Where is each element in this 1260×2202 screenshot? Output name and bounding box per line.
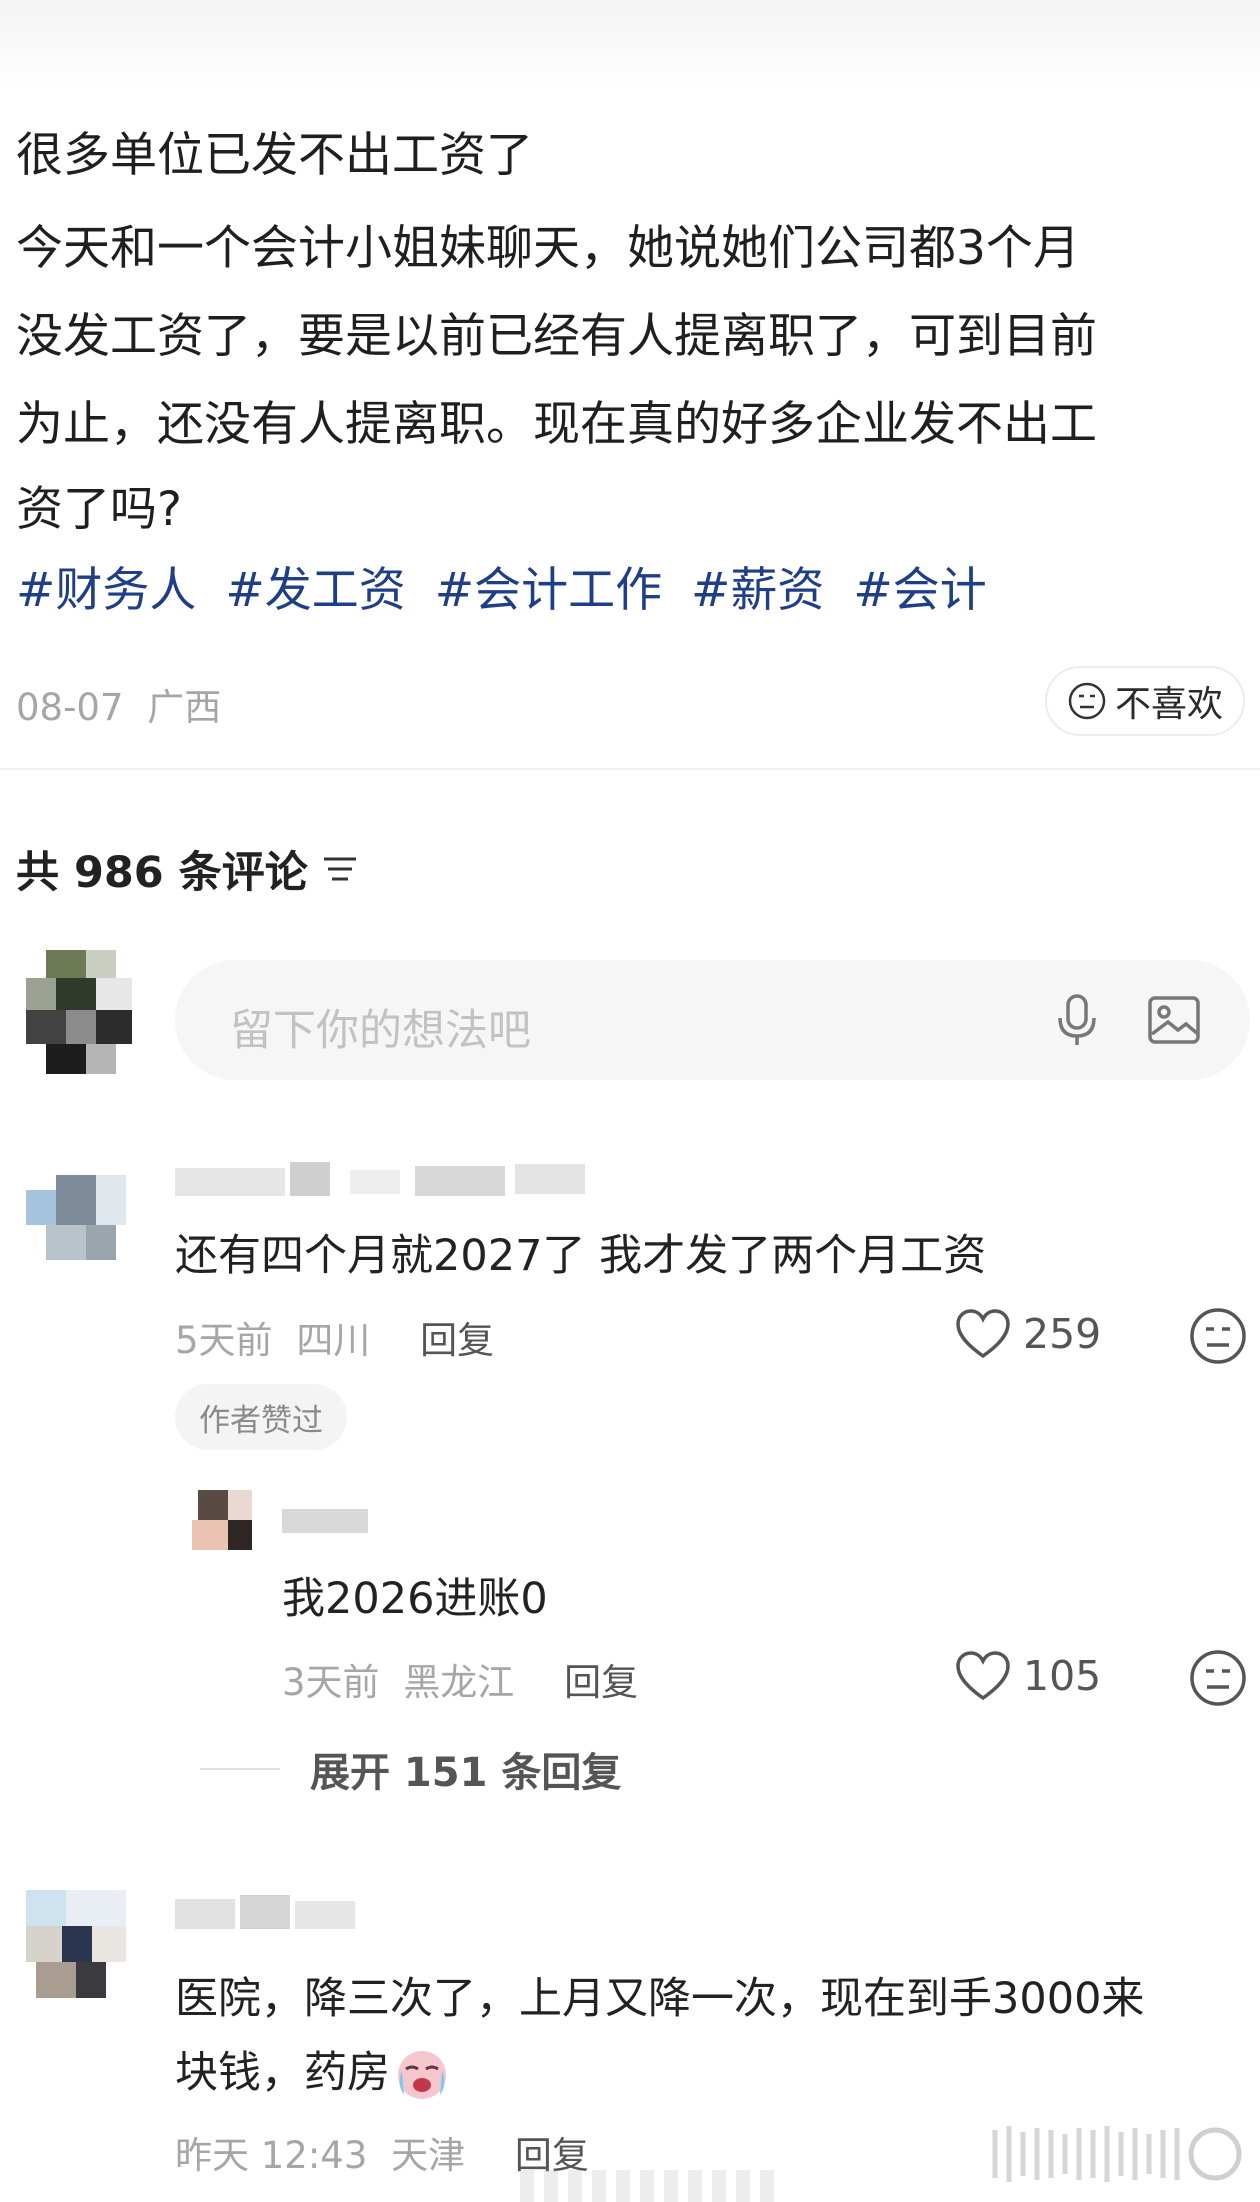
watermark-strip (520, 2170, 780, 2202)
replier-avatar[interactable] (192, 1490, 262, 1562)
post-title: 很多单位已发不出工资了 (16, 128, 533, 183)
heart-icon (956, 1309, 1010, 1359)
microphone-icon[interactable] (1045, 988, 1109, 1052)
reply-button[interactable]: 回复 (420, 1319, 494, 1362)
commenter-name-redacted (175, 1895, 355, 1935)
dislike-button[interactable]: 不喜欢 (1045, 666, 1245, 736)
like-button[interactable]: 259 (955, 1308, 1101, 1360)
comment-time: 昨天 12:43 (175, 2134, 368, 2177)
expand-replies-label: 展开 151 条回复 (310, 1750, 622, 1796)
post-body-line: 今天和一个会计小姐妹聊天，她说她们公司都3个月 (16, 221, 1080, 276)
comment-location: 四川 (296, 1319, 371, 1362)
comment-text-line: 医院，降三次了，上月又降一次，现在到手3000来 (175, 1974, 1145, 2024)
sort-lines-icon[interactable] (322, 854, 358, 884)
heart-icon (956, 1651, 1010, 1701)
reply-button[interactable]: 回复 (564, 1661, 638, 1704)
post-meta: 08-07 广西 (16, 677, 221, 731)
tag-link[interactable]: #会计 (853, 563, 986, 618)
comment-meta: 5天前 四川 回复 (175, 1310, 494, 1364)
neutral-face-icon[interactable] (1188, 1648, 1248, 1708)
commenter-name-redacted (175, 1162, 585, 1202)
tag-link[interactable]: #薪资 (691, 563, 824, 618)
tag-link[interactable]: #会计工作 (435, 563, 662, 618)
post-body-line: 没发工资了，要是以前已经有人提离职了，可到目前 (16, 309, 1097, 364)
comment-text-line-2: 块钱，药房 (175, 2048, 390, 2098)
reply-time: 3天前 (282, 1661, 380, 1704)
user-avatar (26, 950, 132, 1080)
comment-text: 还有四个月就2027了 我才发了两个月工资 (175, 1231, 987, 1281)
commenter-avatar[interactable] (26, 1160, 132, 1270)
top-fade (0, 0, 1260, 90)
tag-link[interactable]: #发工资 (225, 563, 405, 618)
neutral-face-icon[interactable] (1188, 1306, 1248, 1366)
comment-count: 共 986 条评论 (16, 848, 308, 898)
post-date: 08-07 (16, 686, 124, 729)
crying-face-emoji (398, 2051, 446, 2099)
reply-location: 黑龙江 (403, 1661, 515, 1704)
neutral-face-icon (1068, 682, 1106, 720)
comment-time: 5天前 (175, 1319, 273, 1362)
expand-replies[interactable]: 展开 151 条回复 (200, 1740, 621, 1798)
comment-input[interactable]: 留下你的想法吧 (175, 960, 1250, 1080)
replier-name-redacted (282, 1505, 372, 1545)
post-body-line: 为止，还没有人提离职。现在真的好多企业发不出工 (16, 397, 1097, 452)
comment-text-line: 块钱，药房 (175, 2042, 1144, 2104)
section-divider (0, 768, 1260, 770)
watermark-mark (992, 2126, 1242, 2182)
like-count: 259 (1023, 1310, 1102, 1358)
post-body: 今天和一个会计小姐妹聊天，她说她们公司都3个月 没发工资了，要是以前已经有人提离… (16, 205, 1246, 541)
comment-location: 天津 (391, 2134, 466, 2177)
post-detail-page: 很多单位已发不出工资了 今天和一个会计小姐妹聊天，她说她们公司都3个月 没发工资… (0, 0, 1260, 2202)
reply-meta: 3天前 黑龙江 回复 (282, 1652, 638, 1706)
like-button[interactable]: 105 (955, 1650, 1101, 1702)
tag-link[interactable]: #财务人 (16, 563, 196, 618)
author-liked-badge: 作者赞过 (175, 1384, 347, 1450)
dislike-label: 不喜欢 (1114, 684, 1223, 725)
comment-input-placeholder: 留下你的想法吧 (230, 1006, 531, 1056)
tag-list: #财务人 #发工资 #会计工作 #薪资 #会计 (16, 560, 1001, 622)
expand-divider (200, 1768, 280, 1770)
comment-text: 医院，降三次了，上月又降一次，现在到手3000来 块钱，药房 (175, 1968, 1144, 2104)
image-icon[interactable] (1142, 988, 1206, 1052)
commenter-avatar[interactable] (26, 1890, 132, 2002)
reply-text: 我2026进账0 (282, 1574, 548, 1624)
like-count: 105 (1023, 1652, 1102, 1700)
post-body-line: 资了吗? (16, 482, 182, 537)
comments-header[interactable]: 共 986 条评论 (16, 838, 358, 900)
post-location: 广西 (147, 686, 222, 729)
